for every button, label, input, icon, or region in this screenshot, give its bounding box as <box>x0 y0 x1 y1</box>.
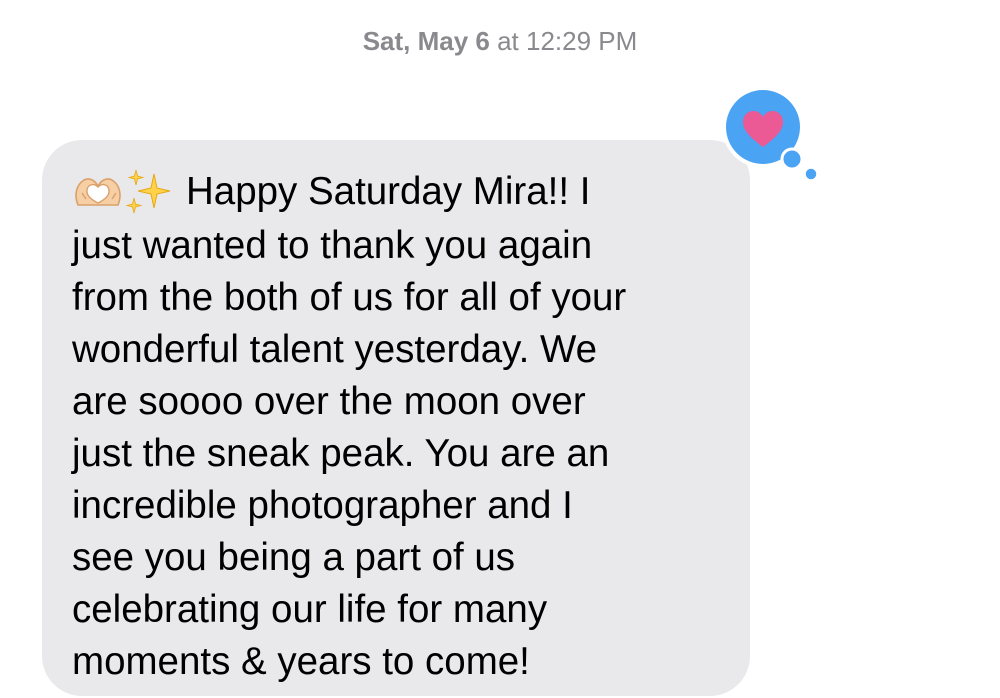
message-text: Happy Saturday Mira!! I just wanted to t… <box>72 170 627 683</box>
emoji-group <box>72 164 174 216</box>
tapback-tail-small <box>803 166 819 182</box>
timestamp-time: at 12:29 PM <box>489 26 638 56</box>
sparkles-emoji <box>125 169 171 213</box>
timestamp-date: Sat, May 6 <box>362 26 490 56</box>
message-timestamp: Sat, May 6 at 12:29 PM <box>0 26 1000 57</box>
tapback-tail-large <box>780 147 804 171</box>
heart-hands-emoji <box>75 177 121 206</box>
received-message-bubble[interactable]: Happy Saturday Mira!! I just wanted to t… <box>42 140 750 696</box>
message-text-container: Happy Saturday Mira!! I just wanted to t… <box>72 166 730 688</box>
tapback-reaction[interactable] <box>720 85 824 185</box>
